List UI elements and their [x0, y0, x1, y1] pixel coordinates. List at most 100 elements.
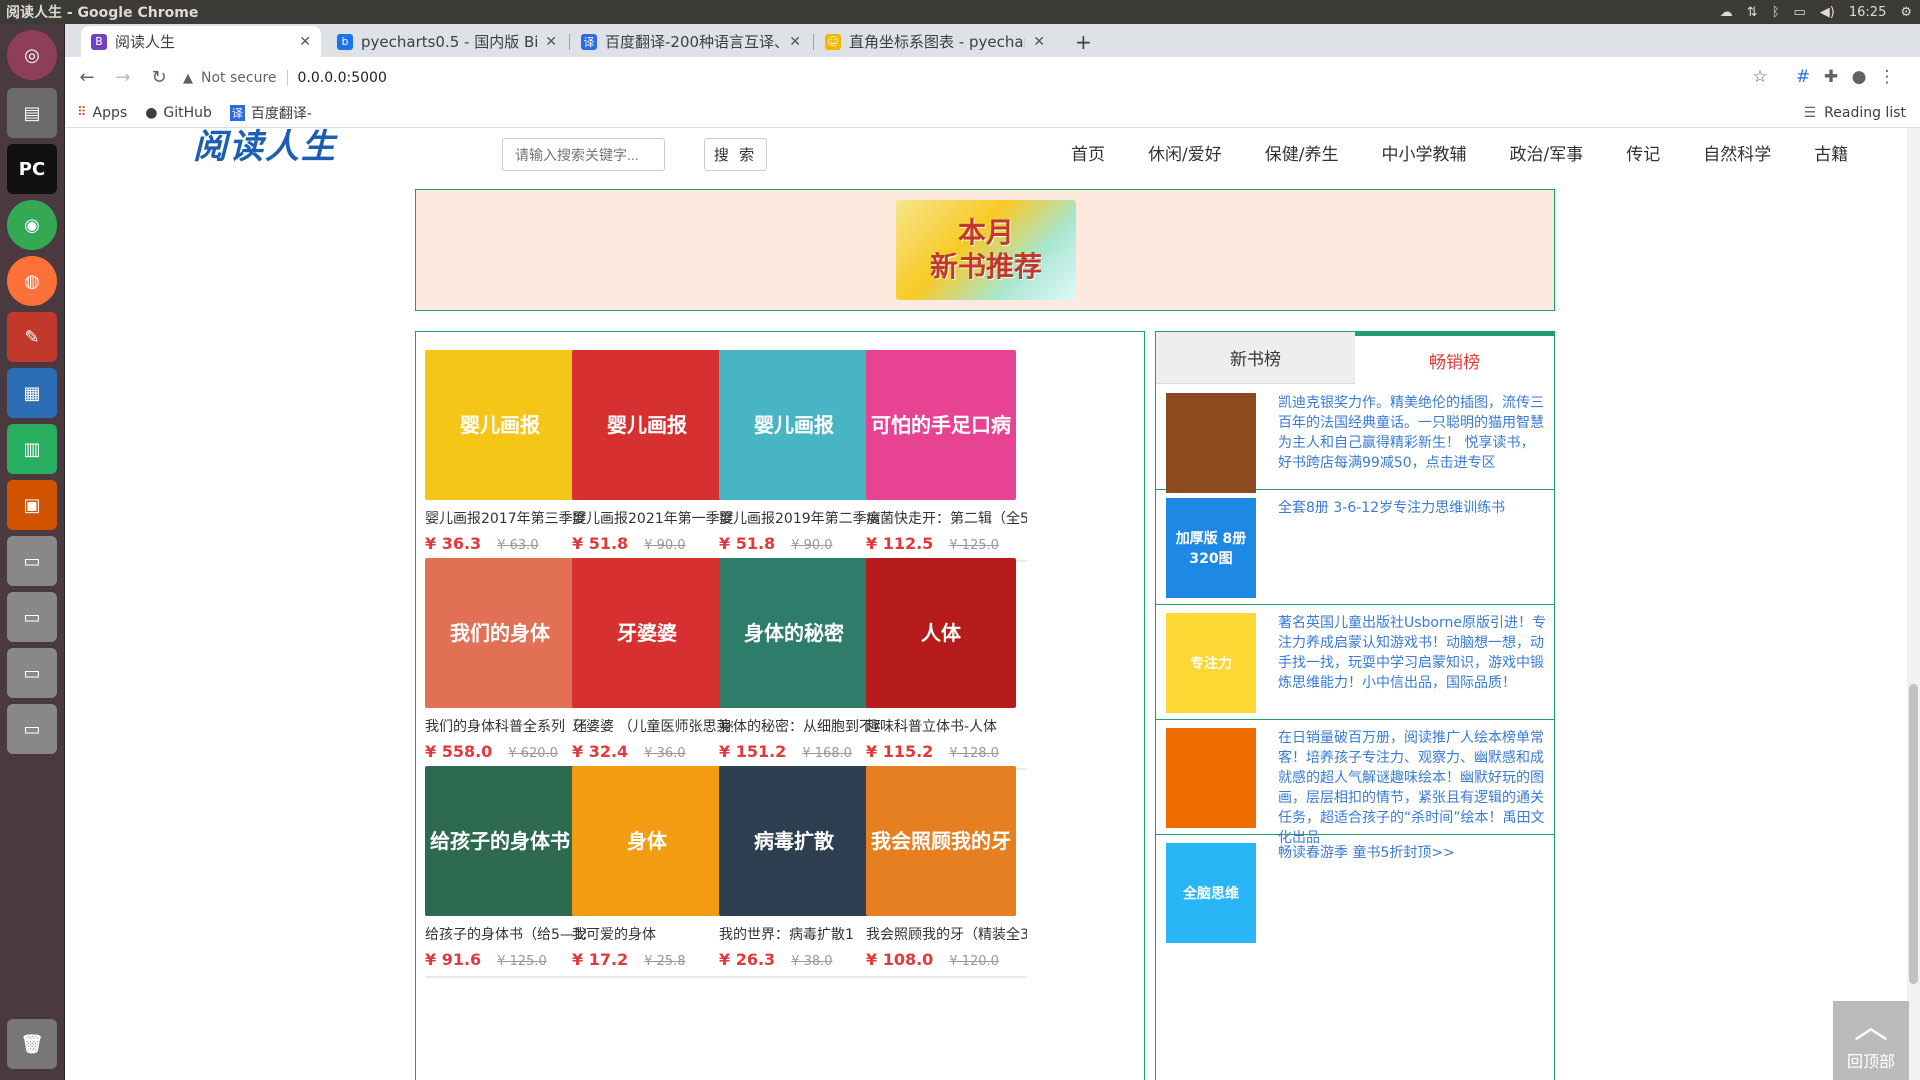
url-text[interactable]: 0.0.0.0:5000 — [298, 70, 387, 86]
product-card[interactable]: 病毒扩散 我的世界：病毒扩散1 ¥ 26.3 ¥ 38.0 — [719, 766, 880, 978]
book-cover-image[interactable]: 身体的秘密 — [719, 558, 869, 708]
ranking-description-link[interactable]: 著名英国儿童出版社Usborne原版引进！专注力养成启蒙认知游戏书！动脑想一想，… — [1278, 613, 1548, 693]
impress-icon[interactable]: ▣ — [7, 480, 57, 530]
firefox-icon[interactable]: ◍ — [7, 256, 57, 306]
file-manager-icon[interactable]: ▤ — [7, 88, 57, 138]
ranking-book-image[interactable]: 全脑思维 — [1166, 843, 1256, 943]
close-tab-icon[interactable]: ✕ — [1033, 34, 1045, 50]
scrollbar-thumb[interactable] — [1909, 684, 1918, 984]
product-title[interactable]: 牙婆婆 （儿童医师张思莱推荐） — [572, 716, 733, 736]
book-cover-image[interactable]: 我们的身体 — [425, 558, 575, 708]
book-cover-image[interactable]: 婴儿画报 — [425, 350, 575, 500]
forward-arrow-icon[interactable]: → — [109, 64, 137, 92]
ranking-item[interactable]: 在日销量破百万册，阅读推广人绘本榜单常客！培养孩子专注力、观察力、幽默感和成就感… — [1156, 720, 1554, 846]
product-card[interactable]: 我们的身体我们的身体科普全系列（全套） ¥ 558.0 ¥ 620.0 — [425, 558, 586, 770]
book-cover-image[interactable]: 身体 — [572, 766, 722, 916]
ranking-description-link[interactable]: 全套8册 3-6-12岁专注力思维训练书 — [1278, 498, 1548, 518]
nav-politics[interactable]: 政治/军事 — [1509, 140, 1583, 166]
profile-avatar-icon[interactable]: ● — [1845, 63, 1873, 91]
drive-icon[interactable]: ▭ — [7, 704, 57, 754]
ubuntu-dash-icon[interactable]: ◎ — [7, 30, 57, 80]
network-icon[interactable]: ⇅ — [1747, 5, 1758, 20]
product-title[interactable]: 我们的身体科普全系列（全套） — [425, 716, 586, 736]
product-card[interactable]: 婴儿画报婴儿画报2019年第二季度合订本 ¥ 51.8 ¥ 90.0 — [719, 350, 880, 562]
ranking-item[interactable]: 全脑思维 畅读春游季 童书5折封顶>> — [1156, 835, 1554, 955]
book-cover-image[interactable]: 我会照顾我的牙 — [866, 766, 1016, 916]
book-cover-image[interactable]: 病毒扩散 — [719, 766, 869, 916]
writer-icon[interactable]: ▦ — [7, 368, 57, 418]
drive-icon[interactable]: ▭ — [7, 592, 57, 642]
nav-school[interactable]: 中小学教辅 — [1381, 140, 1466, 166]
product-title[interactable]: 婴儿画报2019年第二季度合订本 — [719, 508, 880, 528]
security-status[interactable]: Not secure — [201, 70, 277, 86]
product-title[interactable]: 我可爱的身体 — [572, 924, 733, 944]
nav-health[interactable]: 保健/养生 — [1265, 140, 1339, 166]
product-title[interactable]: 我会照顾我的牙（精装全3册） — [866, 924, 1027, 944]
tab-bing[interactable]: b pyecharts0.5 - 国内版 Bing ✕ — [327, 26, 567, 57]
trash-icon[interactable]: 🗑 — [7, 1019, 57, 1069]
page-scrollbar[interactable] — [1907, 128, 1920, 1080]
product-card[interactable]: 婴儿画报婴儿画报2021年第一季度合订本 ¥ 51.8 ¥ 90.0 — [572, 350, 733, 562]
product-title[interactable]: 病菌快走开：第二辑（全5册） — [866, 508, 1027, 528]
dropbox-icon[interactable]: ☁ — [1720, 5, 1733, 20]
bookmark-apps[interactable]: ⠿ Apps — [77, 105, 127, 121]
back-to-top-button[interactable]: ︿ 回顶部 — [1833, 1001, 1909, 1080]
extension-hash-icon[interactable]: # — [1789, 63, 1817, 91]
tab-bestsellers[interactable]: 畅销榜 — [1355, 332, 1554, 384]
product-card[interactable]: 可怕的手足口病病菌快走开：第二辑（全5册） ¥ 112.5 ¥ 125.0 — [866, 350, 1027, 562]
pycharm-icon[interactable]: PC — [7, 144, 57, 194]
close-tab-icon[interactable]: ✕ — [299, 34, 311, 50]
bookmark-baidu-translate[interactable]: 译 百度翻译- — [229, 103, 312, 123]
product-title[interactable]: 身体的秘密：从细胞到不可思议 — [719, 716, 880, 736]
back-arrow-icon[interactable]: ← — [73, 64, 101, 92]
bookmark-star-icon[interactable]: ☆ — [1746, 63, 1774, 91]
reload-icon[interactable]: ↻ — [145, 64, 173, 92]
ranking-book-image[interactable]: 加厚版 8册320图 — [1166, 498, 1256, 598]
banner-image[interactable]: 本月 新书推荐 — [896, 200, 1076, 300]
address-bar[interactable]: ▲ Not secure 0.0.0.0:5000 — [173, 62, 1778, 94]
tab-baidu-translate[interactable]: 译 百度翻译-200种语言互译、 ✕ — [571, 26, 811, 57]
reading-list[interactable]: ☰ Reading list — [1804, 105, 1906, 121]
nav-classics[interactable]: 古籍 — [1814, 140, 1848, 166]
battery-icon[interactable]: ▭ — [1794, 5, 1806, 20]
bluetooth-icon[interactable]: ᛒ — [1772, 5, 1780, 20]
ranking-item[interactable]: 专注力 著名英国儿童出版社Usborne原版引进！专注力养成启蒙认知游戏书！动脑想… — [1156, 605, 1554, 720]
new-tab-button[interactable]: + — [1065, 26, 1105, 57]
chrome-icon[interactable]: ◉ — [7, 200, 57, 250]
close-tab-icon[interactable]: ✕ — [789, 34, 801, 50]
product-card[interactable]: 我会照顾我的牙我会照顾我的牙（精装全3册） ¥ 108.0 ¥ 120.0 — [866, 766, 1027, 978]
ranking-book-image[interactable] — [1166, 728, 1256, 828]
tab-pyecharts[interactable]: ☺ 直角坐标系图表 - pyecharts ✕ — [815, 26, 1055, 57]
volume-icon[interactable]: ◀) — [1820, 5, 1835, 20]
product-title[interactable]: 婴儿画报2017年第三季度合订本 — [425, 508, 586, 528]
calc-icon[interactable]: ▥ — [7, 424, 57, 474]
bookmark-github[interactable]: ● GitHub — [145, 105, 212, 121]
nav-home[interactable]: 首页 — [1071, 140, 1105, 166]
product-card[interactable]: 身体的秘密身体的秘密：从细胞到不可思议 ¥ 151.2 ¥ 168.0 — [719, 558, 880, 770]
book-cover-image[interactable]: 人体 — [866, 558, 1016, 708]
ranking-item[interactable]: 凯迪克银奖力作。精美绝伦的插图，流传三百年的法国经典童话。一只聪明的猫用智慧为主… — [1156, 385, 1554, 493]
search-button[interactable]: 搜 索 — [704, 138, 767, 171]
product-title[interactable]: 给孩子的身体书（给5—15岁） — [425, 924, 586, 944]
settings-gear-icon[interactable]: ⚙ — [1900, 5, 1912, 20]
product-card[interactable]: 身体 我可爱的身体 ¥ 17.2 ¥ 25.8 — [572, 766, 733, 978]
ranking-item[interactable]: 加厚版 8册320图 全套8册 3-6-12岁专注力思维训练书 — [1156, 490, 1554, 605]
clock[interactable]: 16:25 — [1849, 5, 1886, 20]
book-cover-image[interactable]: 牙婆婆 — [572, 558, 722, 708]
product-card[interactable]: 婴儿画报婴儿画报2017年第三季度合订本 ¥ 36.3 ¥ 63.0 — [425, 350, 586, 562]
product-title[interactable]: 婴儿画报2021年第一季度合订本 — [572, 508, 733, 528]
drive-icon[interactable]: ▭ — [7, 536, 57, 586]
ranking-book-image[interactable]: 专注力 — [1166, 613, 1256, 713]
product-title[interactable]: 我的世界：病毒扩散1 — [719, 924, 880, 944]
site-logo[interactable]: 阅读人生 — [193, 128, 348, 170]
warning-triangle-icon[interactable]: ▲ — [183, 71, 193, 86]
product-card[interactable]: 给孩子的身体书给孩子的身体书（给5—15岁） ¥ 91.6 ¥ 125.0 — [425, 766, 586, 978]
book-cover-image[interactable]: 可怕的手足口病 — [866, 350, 1016, 500]
ranking-description-link[interactable]: 凯迪克银奖力作。精美绝伦的插图，流传三百年的法国经典童话。一只聪明的猫用智慧为主… — [1278, 393, 1548, 473]
search-input[interactable] — [502, 138, 665, 171]
tab-active[interactable]: B 阅读人生 ✕ — [81, 26, 321, 57]
close-tab-icon[interactable]: ✕ — [545, 34, 557, 50]
book-cover-image[interactable]: 婴儿画报 — [572, 350, 722, 500]
product-card[interactable]: 牙婆婆牙婆婆 （儿童医师张思莱推荐） ¥ 32.4 ¥ 36.0 — [572, 558, 733, 770]
system-tools-icon[interactable]: ✎ — [7, 312, 57, 362]
